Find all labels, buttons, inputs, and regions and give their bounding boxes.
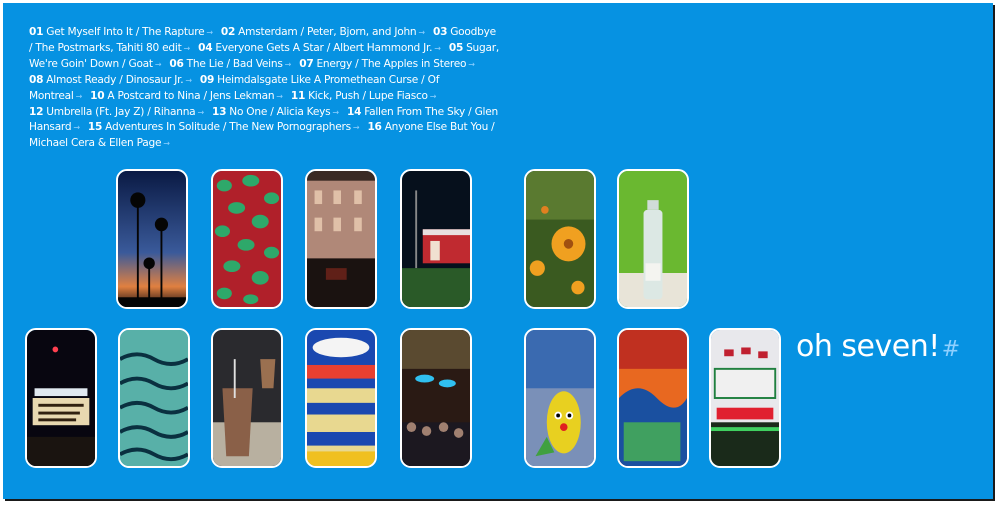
track-title: The Lie / Bad Veins — [186, 57, 283, 70]
photo-street-night[interactable] — [305, 169, 377, 309]
track-number: 13 — [212, 105, 227, 118]
track-link-icon[interactable]: → — [285, 60, 292, 69]
track-item: 07 Energy / The Apples in Stereo → — [299, 58, 480, 70]
track-number: 11 — [290, 89, 306, 102]
track-title: Get Myself Into It / The Rapture — [46, 26, 205, 38]
track-title: No One / Alicia Keys — [229, 105, 331, 118]
track-title: Energy / The Apples in Stereo — [316, 57, 467, 70]
track-link-icon[interactable]: → — [430, 92, 437, 101]
track-item: 12 Umbrella (Ft. Jay Z) / Rihanna → — [29, 106, 209, 118]
track-link-icon[interactable]: → — [468, 60, 475, 69]
track-link-icon[interactable]: → — [206, 28, 213, 37]
track-link-icon[interactable]: → — [276, 92, 283, 101]
track-link-icon[interactable]: → — [76, 92, 83, 101]
track-item: 02 Amsterdam / Peter, Bjorn, and John → — [221, 26, 430, 38]
track-number: 16 — [367, 121, 382, 134]
tracklist: 01 Get Myself Into It / The Rapture → 02 Am… — [29, 25, 499, 152]
photo-nathans-deli[interactable] — [709, 328, 781, 468]
track-title: Adventures In Solitude / The New Pornogr… — [105, 121, 351, 134]
track-number: 10 — [90, 89, 105, 102]
photo-corn-toy[interactable] — [524, 328, 596, 468]
track-link-icon[interactable]: → — [163, 139, 170, 148]
track-number: 06 — [169, 57, 184, 70]
track-item: 10 A Postcard to Nina / Jens Lekman → — [90, 90, 288, 102]
track-number: 09 — [199, 73, 215, 86]
track-number: 07 — [299, 57, 314, 70]
track-title: Amsterdam / Peter, Bjorn, and John — [238, 26, 417, 38]
track-link-icon[interactable]: → — [353, 123, 360, 132]
track-number: 15 — [87, 121, 103, 134]
title-text: oh seven! — [796, 329, 940, 364]
photo-painted-sign[interactable] — [617, 328, 689, 468]
track-title: Kick, Push / Lupe Fiasco — [308, 89, 428, 102]
track-title: A Postcard to Nina / Jens Lekman — [107, 89, 275, 102]
track-item: 01 Get Myself Into It / The Rapture → — [29, 26, 218, 38]
page-panel: 01 Get Myself Into It / The Rapture → 02 Am… — [3, 3, 993, 499]
track-link-icon[interactable]: → — [434, 44, 441, 53]
track-number: 05 — [448, 41, 464, 54]
photo-orange-flowers[interactable] — [524, 169, 596, 309]
track-link-icon[interactable]: → — [184, 44, 191, 53]
track-link-icon[interactable]: → — [197, 108, 204, 117]
photo-red-building-night[interactable] — [400, 169, 472, 309]
track-number: 08 — [29, 73, 44, 86]
track-link-icon[interactable]: → — [418, 28, 425, 37]
photo-wave-fabric[interactable] — [118, 328, 190, 468]
photo-concert-crowd[interactable] — [400, 328, 472, 468]
track-number: 02 — [220, 26, 236, 38]
track-number: 04 — [198, 41, 213, 54]
track-link-icon[interactable]: → — [73, 123, 80, 132]
track-link-icon[interactable]: → — [185, 76, 192, 85]
photo-iced-coffee[interactable] — [211, 328, 283, 468]
photo-palm-trees-sunset[interactable] — [116, 169, 188, 309]
track-item: 08 Almost Ready / Dinosaur Jr. → — [29, 74, 197, 86]
track-item: 15 Adventures In Solitude / The New Porno… — [88, 121, 364, 133]
track-title: Almost Ready / Dinosaur Jr. — [46, 73, 184, 86]
photo-oreo-cakesters[interactable] — [305, 328, 377, 468]
track-item: 04 Everyone Gets A Star / Albert Hammond … — [198, 42, 446, 54]
track-link-icon[interactable]: → — [155, 60, 162, 69]
track-title: Everyone Gets A Star / Albert Hammond Jr… — [215, 41, 433, 54]
track-item: 13 No One / Alicia Keys → — [212, 106, 344, 118]
track-item: 06 The Lie / Bad Veins → — [169, 58, 296, 70]
photo-ivy-leaves[interactable] — [211, 169, 283, 309]
track-number: 03 — [432, 26, 448, 38]
photo-theater-marquee[interactable] — [25, 328, 97, 468]
track-item: 11 Kick, Push / Lupe Fiasco → — [291, 90, 441, 102]
track-number: 12 — [29, 105, 44, 118]
track-number: 01 — [29, 26, 44, 38]
permalink-hash-link[interactable]: # — [942, 337, 960, 362]
track-number: 14 — [346, 105, 362, 118]
page-title: oh seven!# — [796, 329, 960, 364]
track-title: Umbrella (Ft. Jay Z) / Rihanna — [46, 105, 196, 118]
track-link-icon[interactable]: → — [332, 108, 339, 117]
photo-water-bottle[interactable] — [617, 169, 689, 309]
